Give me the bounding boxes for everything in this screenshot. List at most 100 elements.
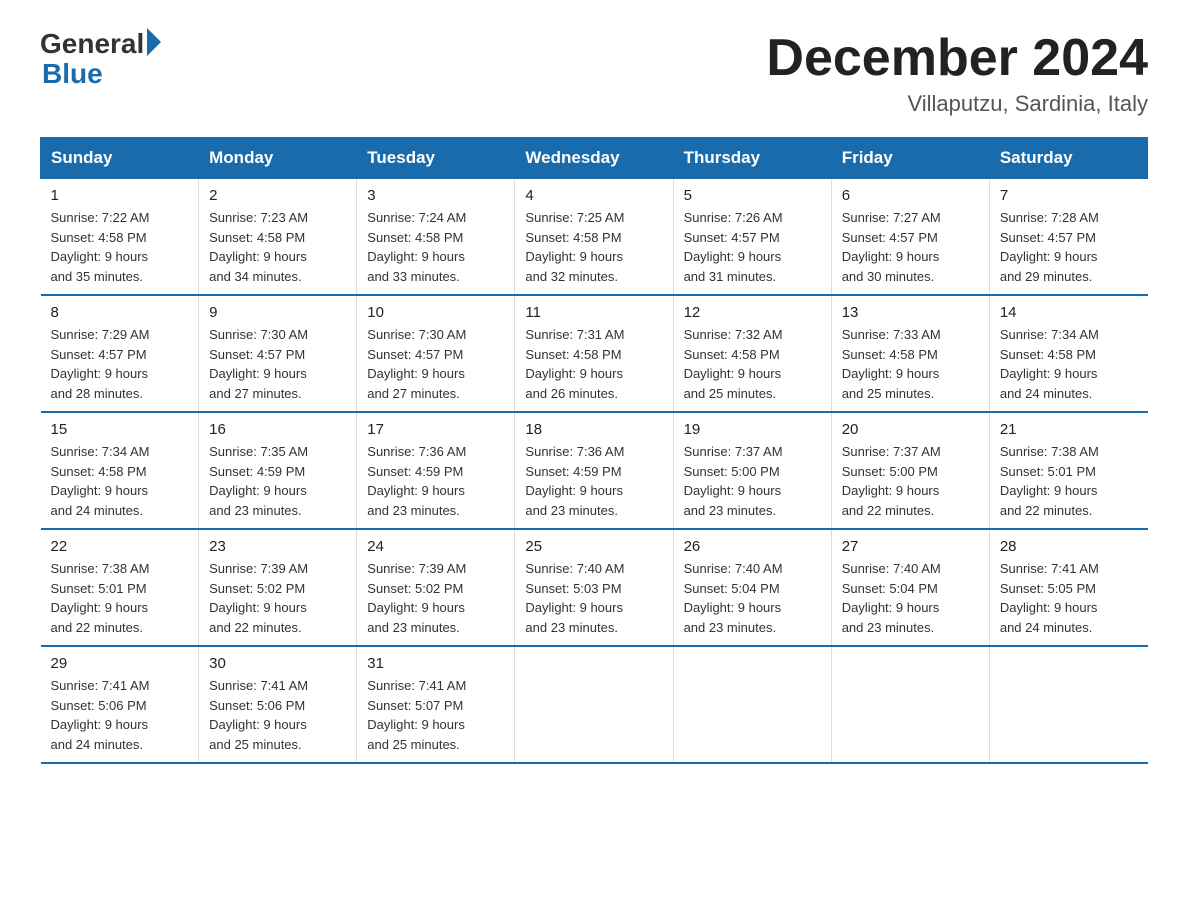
calendar-cell: 31 Sunrise: 7:41 AM Sunset: 5:07 PM Dayl… (357, 646, 515, 763)
day-info: Sunrise: 7:24 AM Sunset: 4:58 PM Dayligh… (367, 208, 504, 286)
day-info: Sunrise: 7:28 AM Sunset: 4:57 PM Dayligh… (1000, 208, 1138, 286)
day-number: 2 (209, 187, 346, 204)
day-number: 9 (209, 304, 346, 321)
day-number: 18 (525, 421, 662, 438)
day-info: Sunrise: 7:35 AM Sunset: 4:59 PM Dayligh… (209, 442, 346, 520)
day-info: Sunrise: 7:29 AM Sunset: 4:57 PM Dayligh… (51, 325, 189, 403)
day-info: Sunrise: 7:36 AM Sunset: 4:59 PM Dayligh… (525, 442, 662, 520)
column-header-tuesday: Tuesday (357, 138, 515, 179)
calendar-week-row: 8 Sunrise: 7:29 AM Sunset: 4:57 PM Dayli… (41, 295, 1148, 412)
calendar-cell: 19 Sunrise: 7:37 AM Sunset: 5:00 PM Dayl… (673, 412, 831, 529)
calendar-cell: 30 Sunrise: 7:41 AM Sunset: 5:06 PM Dayl… (199, 646, 357, 763)
column-header-wednesday: Wednesday (515, 138, 673, 179)
calendar-cell: 3 Sunrise: 7:24 AM Sunset: 4:58 PM Dayli… (357, 179, 515, 296)
calendar-week-row: 29 Sunrise: 7:41 AM Sunset: 5:06 PM Dayl… (41, 646, 1148, 763)
calendar-cell: 23 Sunrise: 7:39 AM Sunset: 5:02 PM Dayl… (199, 529, 357, 646)
day-info: Sunrise: 7:37 AM Sunset: 5:00 PM Dayligh… (842, 442, 979, 520)
day-number: 6 (842, 187, 979, 204)
day-info: Sunrise: 7:27 AM Sunset: 4:57 PM Dayligh… (842, 208, 979, 286)
column-header-sunday: Sunday (41, 138, 199, 179)
day-info: Sunrise: 7:41 AM Sunset: 5:06 PM Dayligh… (51, 676, 189, 754)
calendar-cell: 12 Sunrise: 7:32 AM Sunset: 4:58 PM Dayl… (673, 295, 831, 412)
calendar-cell: 10 Sunrise: 7:30 AM Sunset: 4:57 PM Dayl… (357, 295, 515, 412)
day-info: Sunrise: 7:31 AM Sunset: 4:58 PM Dayligh… (525, 325, 662, 403)
calendar-cell: 20 Sunrise: 7:37 AM Sunset: 5:00 PM Dayl… (831, 412, 989, 529)
day-number: 12 (684, 304, 821, 321)
column-header-thursday: Thursday (673, 138, 831, 179)
day-info: Sunrise: 7:26 AM Sunset: 4:57 PM Dayligh… (684, 208, 821, 286)
logo: General Blue (40, 30, 161, 88)
calendar-cell: 4 Sunrise: 7:25 AM Sunset: 4:58 PM Dayli… (515, 179, 673, 296)
day-number: 26 (684, 538, 821, 555)
day-number: 13 (842, 304, 979, 321)
day-info: Sunrise: 7:40 AM Sunset: 5:03 PM Dayligh… (525, 559, 662, 637)
title-section: December 2024 Villaputzu, Sardinia, Ital… (766, 30, 1148, 117)
day-number: 25 (525, 538, 662, 555)
day-number: 29 (51, 655, 189, 672)
calendar-cell: 22 Sunrise: 7:38 AM Sunset: 5:01 PM Dayl… (41, 529, 199, 646)
day-info: Sunrise: 7:40 AM Sunset: 5:04 PM Dayligh… (842, 559, 979, 637)
calendar-cell: 13 Sunrise: 7:33 AM Sunset: 4:58 PM Dayl… (831, 295, 989, 412)
day-info: Sunrise: 7:34 AM Sunset: 4:58 PM Dayligh… (51, 442, 189, 520)
day-info: Sunrise: 7:33 AM Sunset: 4:58 PM Dayligh… (842, 325, 979, 403)
logo-general-text: General (40, 30, 144, 58)
day-number: 7 (1000, 187, 1138, 204)
calendar-cell: 25 Sunrise: 7:40 AM Sunset: 5:03 PM Dayl… (515, 529, 673, 646)
day-info: Sunrise: 7:40 AM Sunset: 5:04 PM Dayligh… (684, 559, 821, 637)
day-info: Sunrise: 7:41 AM Sunset: 5:06 PM Dayligh… (209, 676, 346, 754)
month-title: December 2024 (766, 30, 1148, 87)
column-header-saturday: Saturday (989, 138, 1147, 179)
calendar-cell: 15 Sunrise: 7:34 AM Sunset: 4:58 PM Dayl… (41, 412, 199, 529)
day-number: 17 (367, 421, 504, 438)
day-number: 10 (367, 304, 504, 321)
calendar-cell: 9 Sunrise: 7:30 AM Sunset: 4:57 PM Dayli… (199, 295, 357, 412)
calendar-cell: 28 Sunrise: 7:41 AM Sunset: 5:05 PM Dayl… (989, 529, 1147, 646)
calendar-week-row: 1 Sunrise: 7:22 AM Sunset: 4:58 PM Dayli… (41, 179, 1148, 296)
day-info: Sunrise: 7:39 AM Sunset: 5:02 PM Dayligh… (209, 559, 346, 637)
calendar-week-row: 22 Sunrise: 7:38 AM Sunset: 5:01 PM Dayl… (41, 529, 1148, 646)
column-header-friday: Friday (831, 138, 989, 179)
day-info: Sunrise: 7:41 AM Sunset: 5:07 PM Dayligh… (367, 676, 504, 754)
calendar-cell: 17 Sunrise: 7:36 AM Sunset: 4:59 PM Dayl… (357, 412, 515, 529)
day-number: 1 (51, 187, 189, 204)
day-info: Sunrise: 7:30 AM Sunset: 4:57 PM Dayligh… (209, 325, 346, 403)
day-info: Sunrise: 7:38 AM Sunset: 5:01 PM Dayligh… (51, 559, 189, 637)
day-number: 31 (367, 655, 504, 672)
calendar-cell (989, 646, 1147, 763)
calendar-cell: 2 Sunrise: 7:23 AM Sunset: 4:58 PM Dayli… (199, 179, 357, 296)
calendar-cell (673, 646, 831, 763)
calendar-cell: 29 Sunrise: 7:41 AM Sunset: 5:06 PM Dayl… (41, 646, 199, 763)
calendar-cell: 11 Sunrise: 7:31 AM Sunset: 4:58 PM Dayl… (515, 295, 673, 412)
day-number: 21 (1000, 421, 1138, 438)
logo-blue-text: Blue (40, 60, 161, 88)
day-info: Sunrise: 7:36 AM Sunset: 4:59 PM Dayligh… (367, 442, 504, 520)
day-number: 5 (684, 187, 821, 204)
calendar-week-row: 15 Sunrise: 7:34 AM Sunset: 4:58 PM Dayl… (41, 412, 1148, 529)
location-subtitle: Villaputzu, Sardinia, Italy (766, 91, 1148, 117)
calendar-cell: 6 Sunrise: 7:27 AM Sunset: 4:57 PM Dayli… (831, 179, 989, 296)
day-number: 28 (1000, 538, 1138, 555)
logo-arrow-icon (147, 28, 161, 56)
calendar-cell: 5 Sunrise: 7:26 AM Sunset: 4:57 PM Dayli… (673, 179, 831, 296)
calendar-header-row: SundayMondayTuesdayWednesdayThursdayFrid… (41, 138, 1148, 179)
day-info: Sunrise: 7:38 AM Sunset: 5:01 PM Dayligh… (1000, 442, 1138, 520)
day-number: 3 (367, 187, 504, 204)
day-number: 8 (51, 304, 189, 321)
day-number: 23 (209, 538, 346, 555)
day-number: 30 (209, 655, 346, 672)
calendar-cell: 27 Sunrise: 7:40 AM Sunset: 5:04 PM Dayl… (831, 529, 989, 646)
calendar-cell: 26 Sunrise: 7:40 AM Sunset: 5:04 PM Dayl… (673, 529, 831, 646)
day-number: 11 (525, 304, 662, 321)
calendar-cell: 24 Sunrise: 7:39 AM Sunset: 5:02 PM Dayl… (357, 529, 515, 646)
day-number: 4 (525, 187, 662, 204)
day-info: Sunrise: 7:30 AM Sunset: 4:57 PM Dayligh… (367, 325, 504, 403)
day-info: Sunrise: 7:41 AM Sunset: 5:05 PM Dayligh… (1000, 559, 1138, 637)
day-info: Sunrise: 7:22 AM Sunset: 4:58 PM Dayligh… (51, 208, 189, 286)
calendar-cell (515, 646, 673, 763)
day-info: Sunrise: 7:39 AM Sunset: 5:02 PM Dayligh… (367, 559, 504, 637)
day-number: 24 (367, 538, 504, 555)
calendar-cell: 1 Sunrise: 7:22 AM Sunset: 4:58 PM Dayli… (41, 179, 199, 296)
day-info: Sunrise: 7:37 AM Sunset: 5:00 PM Dayligh… (684, 442, 821, 520)
calendar-table: SundayMondayTuesdayWednesdayThursdayFrid… (40, 137, 1148, 764)
day-number: 16 (209, 421, 346, 438)
